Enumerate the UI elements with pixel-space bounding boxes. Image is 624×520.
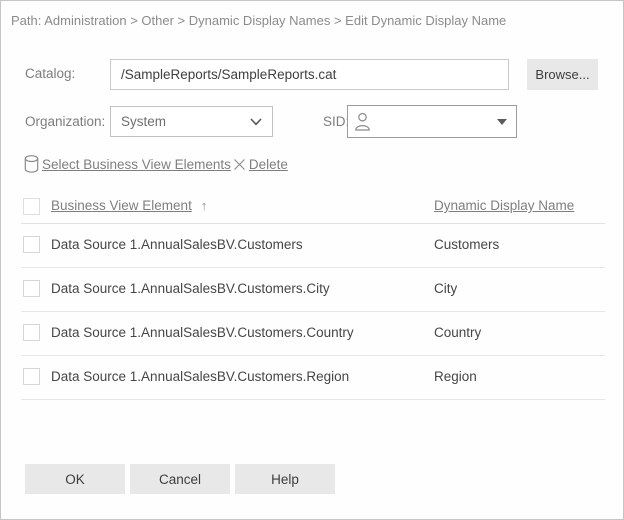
table-header: Business View Element ↑ Dynamic Display N… [21,196,605,224]
business-view-element-cell: Data Source 1.AnnualSalesBV.Customers.Re… [51,369,350,384]
business-view-element-cell: Data Source 1.AnnualSalesBV.Customers.Ci… [51,281,330,296]
dropdown-arrow-icon [497,118,507,125]
breadcrumb: Path: Administration > Other > Dynamic D… [11,13,507,28]
dynamic-display-name-cell: Customers [434,237,500,252]
catalog-label: Catalog: [25,66,76,81]
delete-link[interactable]: Delete [249,157,288,172]
table-row: Data Source 1.AnnualSalesBV.Customers.Re… [21,355,605,400]
row-checkbox[interactable] [23,324,40,341]
organization-selected-value: System [121,114,167,129]
dynamic-display-name-cell: Country [434,325,482,340]
business-view-element-cell: Data Source 1.AnnualSalesBV.Customers.Co… [51,325,354,340]
dynamic-display-name-cell: City [434,281,458,296]
table-toolbar: Select Business View Elements Delete [24,155,288,173]
table-row: Data Source 1.AnnualSalesBV.Customers.Co… [21,311,605,356]
table-row: Data Source 1.AnnualSalesBV.Customers.Ci… [21,267,605,312]
select-all-checkbox[interactable] [23,198,40,215]
column-header-dynamic-display-name[interactable]: Dynamic Display Name [434,198,574,213]
browse-button[interactable]: Browse... [527,59,598,90]
help-button[interactable]: Help [235,464,335,494]
delete-x-icon[interactable] [233,158,246,171]
footer-buttons: OK Cancel Help [25,464,335,494]
sid-label: SID: [323,114,350,129]
catalog-input[interactable] [110,59,509,90]
person-icon [353,111,372,132]
sid-combo[interactable] [347,105,517,138]
dynamic-display-name-cell: Region [434,369,477,384]
row-checkbox[interactable] [23,280,40,297]
ok-button[interactable]: OK [25,464,125,494]
organization-label: Organization: [25,114,106,129]
edit-dynamic-display-name-page: Path: Administration > Other > Dynamic D… [0,0,624,520]
chevron-down-icon [250,117,262,126]
row-checkbox[interactable] [23,236,40,253]
database-icon[interactable] [24,155,39,173]
select-business-view-elements-link[interactable]: Select Business View Elements [42,157,231,172]
column-header-business-view-element[interactable]: Business View Element [51,198,192,213]
business-view-element-cell: Data Source 1.AnnualSalesBV.Customers [51,237,303,252]
cancel-button[interactable]: Cancel [130,464,230,494]
sort-ascending-icon: ↑ [200,198,208,213]
table-row: Data Source 1.AnnualSalesBV.Customers Cu… [21,223,605,268]
row-checkbox[interactable] [23,368,40,385]
organization-select[interactable]: System [110,106,273,137]
